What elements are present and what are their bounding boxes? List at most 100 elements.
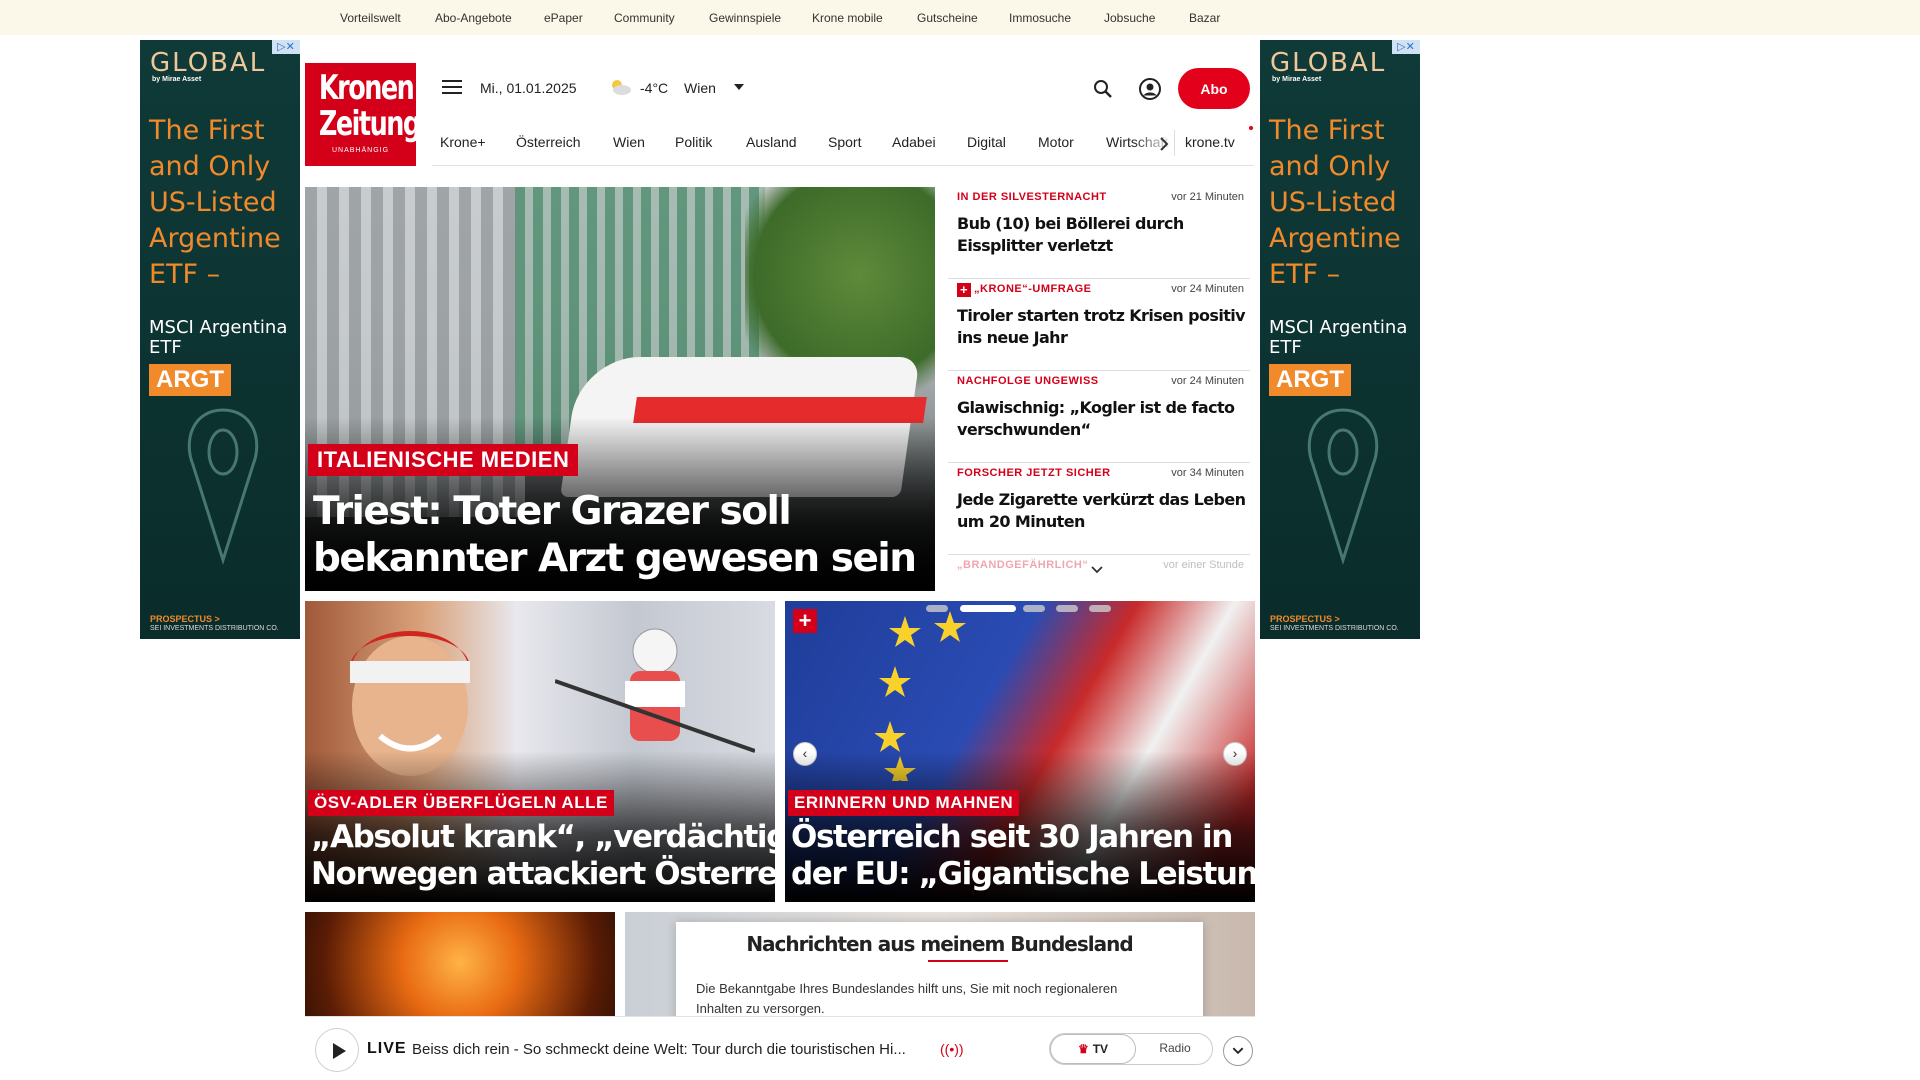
partly-cloudy-icon [612,80,631,95]
tv-toggle-option[interactable]: ♛ TV [1050,1034,1136,1064]
ticker-kicker: „KRONE“-UMFRAGE [974,283,1092,295]
carousel-dot[interactable] [1089,605,1111,612]
title-underline [928,960,1008,962]
ad-logo: GLOBAL [150,48,267,78]
link-epaper[interactable]: ePaper [544,11,583,25]
ticker-kicker: „BRANDGEFÄHRLICH“ [957,559,1089,571]
card-title-line-2: Norwegen attackiert Österreich [311,856,775,892]
chevron-right-icon[interactable] [1157,136,1171,152]
carousel-dot[interactable] [1023,605,1045,612]
card-kicker: ÖSV-ADLER ÜBERFLÜGELN ALLE [308,790,614,816]
tv-label: TV [1092,1042,1109,1056]
logo-tagline: UNABHÄNGIG [331,147,390,154]
card-kicker: ERINNERN UND MAHNEN [788,790,1020,816]
nav-item-sport[interactable]: Sport [828,134,861,150]
ticker-item[interactable]: NACHFOLGE UNGEWISS vor 24 Minuten Glawis… [948,371,1250,463]
ticker-time: vor einer Stunde [1163,559,1244,571]
chevron-down-icon[interactable] [1223,1036,1253,1066]
ticker-time: vor 21 Minuten [1171,191,1244,203]
nav-item-oesterreich[interactable]: Österreich [516,134,581,150]
crown-icon: ♛ [1077,1042,1089,1056]
ticker-item[interactable]: + „KRONE“-UMFRAGE vor 24 Minuten Tiroler … [948,279,1250,371]
carousel-dot[interactable] [926,605,948,612]
ad-prospectus-link[interactable]: PROSPECTUS > [1270,614,1340,624]
link-gewinnspiele[interactable]: Gewinnspiele [709,11,781,25]
current-date: Mi., 01.01.2025 [480,80,577,96]
ticker-item[interactable]: FORSCHER JETZT SICHER vor 34 Minuten Jed… [948,463,1250,555]
map-pin-icon [1307,408,1379,565]
chevron-down-icon[interactable] [1090,565,1104,575]
nav-item-ausland[interactable]: Ausland [746,134,797,150]
nav-item-krone-tv[interactable]: krone.tv [1185,134,1235,150]
hero-kicker: ITALIENISCHE MEDIEN [308,444,579,476]
ticker-kicker: FORSCHER JETZT SICHER [957,467,1111,479]
card-title-line-2: der EU: „Gigantische Leistung“ [791,856,1255,892]
link-vorteilswelt[interactable]: Vorteilswelt [340,11,401,25]
play-icon[interactable] [315,1028,359,1072]
live-dot [1249,126,1253,130]
link-abo-angebote[interactable]: Abo-Angebote [435,11,512,25]
ad-skyscraper-left[interactable]: GLOBAL by Mirae Asset ▷✕ The First and O… [140,40,300,639]
nav-divider [1174,130,1175,156]
ticker-title[interactable]: Jede Zigarette verkürzt das Leben um 20 … [957,489,1247,533]
link-jobsuche[interactable]: Jobsuche [1104,11,1155,25]
ticker-title[interactable]: Bub (10) bei Böllerei durch Eissplitter … [957,213,1247,257]
nav-item-politik[interactable]: Politik [675,134,712,150]
ad-logo: GLOBAL [1270,48,1387,78]
ticker-title[interactable]: Glawischnig: „Kogler ist de facto versch… [957,397,1247,441]
tv-radio-toggle: ♛ TV Radio [1049,1033,1213,1065]
link-krone-mobile[interactable]: Krone mobile [812,11,883,25]
temperature: -4°C [640,80,669,96]
ad-skyscraper-right[interactable]: GLOBAL by Mirae Asset ▷✕ The First and O… [1260,40,1420,639]
abo-button[interactable]: Abo [1178,68,1250,109]
card-title-line-1: „Absolut krank“, „verdächtig“: [311,819,775,855]
story-card-eu[interactable]: + ‹ › ERINNERN UND MAHNEN Österreich sei… [785,601,1255,902]
nav-item-digital[interactable]: Digital [967,134,1006,150]
ad-close-icon[interactable]: ▷✕ [1392,40,1420,54]
ad-headline: The First and Only US-Listed Argentine E… [149,115,281,290]
news-ticker: IN DER SILVESTERNACHT vor 21 Minuten Bub… [948,187,1250,597]
ticker-item[interactable]: IN DER SILVESTERNACHT vor 21 Minuten Bub… [948,187,1250,279]
hero-story[interactable]: ITALIENISCHE MEDIEN Triest: Toter Grazer… [305,187,935,591]
main-navigation: Krone+ Österreich Wien Politik Ausland S… [432,126,1254,166]
live-player-bar: LIVE Beiss dich rein - So schmeckt deine… [305,1016,1255,1080]
user-account-icon[interactable] [1138,77,1162,101]
link-bazar[interactable]: Bazar [1189,11,1220,25]
nav-item-krone-plus[interactable]: Krone+ [440,134,486,150]
nav-item-motor[interactable]: Motor [1038,134,1074,150]
link-gutscheine[interactable]: Gutscheine [917,11,978,25]
region-prompt-body: Die Bekanntgabe Ihres Bundeslandes hilft… [696,981,1118,1016]
ad-prospectus-link[interactable]: PROSPECTUS > [150,614,220,624]
service-bar: Vorteilswelt Abo-Angebote ePaper Communi… [0,0,1920,35]
story-card-ski-jump[interactable]: ÖSV-ADLER ÜBERFLÜGELN ALLE „Absolut kran… [305,601,775,902]
logo-line-1: Kronen [318,68,415,108]
hamburger-menu-icon[interactable] [442,80,462,96]
kronen-zeitung-logo[interactable]: Kronen Zeitung UNABHÄNGIG [305,63,421,166]
radio-toggle-option[interactable]: Radio [1136,1034,1214,1064]
hero-title[interactable]: Triest: Toter Grazer soll bekannter Arzt… [313,488,923,582]
nav-item-adabei[interactable]: Adabei [892,134,936,150]
chevron-down-icon[interactable] [734,84,744,90]
broadcast-icon: ((•)) [940,1041,964,1057]
carousel-dot[interactable] [1056,605,1078,612]
ticker-title[interactable]: Tiroler starten trotz Krisen positiv ins… [957,305,1247,349]
city-selector[interactable]: Wien [684,80,716,96]
ad-distributor: SEI INVESTMENTS DISTRIBUTION CO. [150,625,279,632]
link-community[interactable]: Community [614,11,675,25]
card-title-line-1: Österreich seit 30 Jahren in [791,819,1233,855]
krone-plus-icon: + [793,609,817,633]
carousel-dot-active[interactable] [960,605,1016,612]
ticker-kicker: IN DER SILVESTERNACHT [957,191,1107,203]
ticker-time: vor 24 Minuten [1171,375,1244,387]
ticker-item[interactable]: „BRANDGEFÄHRLICH“ vor einer Stunde [948,555,1250,597]
ad-close-icon[interactable]: ▷✕ [272,40,300,54]
live-program-title[interactable]: Beiss dich rein - So schmeckt deine Welt… [412,1041,932,1058]
ad-distributor: SEI INVESTMENTS DISTRIBUTION CO. [1270,625,1399,632]
card-title[interactable]: „Absolut krank“, „verdächtig“: Norwegen a… [311,819,775,893]
logo-line-2: Zeitung [318,104,421,144]
search-icon[interactable] [1092,78,1114,100]
link-immosuche[interactable]: Immosuche [1009,11,1071,25]
carousel-indicator [926,605,1116,613]
card-title[interactable]: Österreich seit 30 Jahren in der EU: „Gig… [791,819,1255,893]
nav-item-wien[interactable]: Wien [613,134,645,150]
